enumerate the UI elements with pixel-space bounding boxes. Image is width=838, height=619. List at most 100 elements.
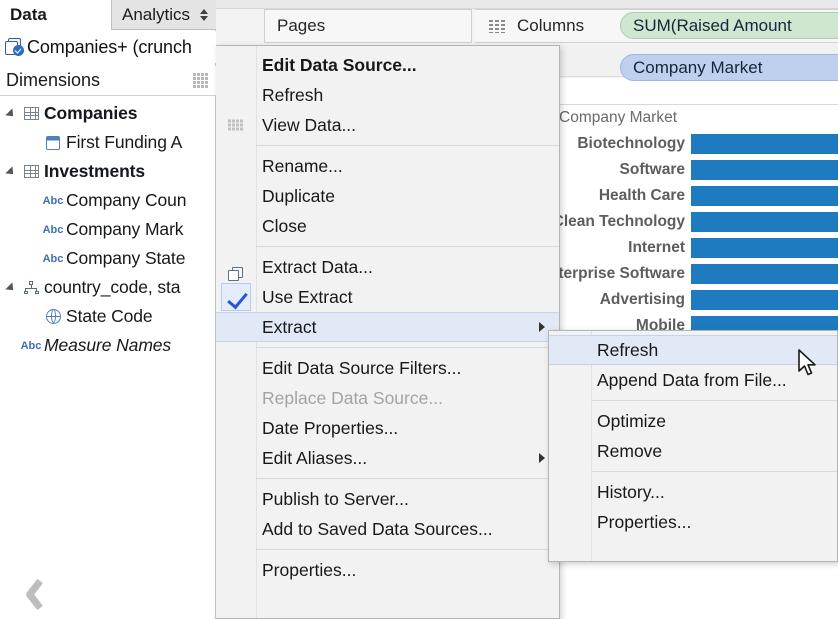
grid-view-icon[interactable] <box>193 73 208 88</box>
pane-tab-bar: Data Analytics <box>0 0 216 30</box>
bar-category-label: Biotechnology <box>577 135 685 152</box>
menu-item-label: History... <box>597 481 665 502</box>
tree-item-label: country_code, sta <box>44 277 181 297</box>
tab-analytics-label: Analytics <box>122 5 191 24</box>
menu-separator <box>256 549 559 550</box>
menu-item-label: Edit Data Source Filters... <box>262 357 462 378</box>
menu-item-refresh[interactable]: Refresh <box>216 80 559 110</box>
tree-item-label: State Code <box>66 306 153 326</box>
tree-item-investments[interactable]: Investments <box>0 157 216 186</box>
tree-item-companies[interactable]: Companies <box>0 99 216 128</box>
bar-row[interactable]: Advertising <box>558 287 838 313</box>
bar-mark[interactable] <box>691 264 838 284</box>
menu-item-rename[interactable]: Rename... <box>216 151 559 181</box>
bar-category-label: Health Care <box>598 187 685 204</box>
menu-item-properties[interactable]: Properties... <box>549 507 837 537</box>
menu-item-publish-to-server[interactable]: Publish to Server... <box>216 484 559 514</box>
menu-separator <box>256 347 559 348</box>
menu-item-edit-data-source-filters[interactable]: Edit Data Source Filters... <box>216 353 559 383</box>
data-source-row[interactable]: Companies+ (crunch <box>0 31 216 63</box>
menu-item-label: Edit Data Source... <box>262 54 417 75</box>
menu-item-label: Add to Saved Data Sources... <box>262 518 493 539</box>
tree-item-company-state[interactable]: Abc Company State <box>0 244 216 273</box>
menu-item-extract[interactable]: Extract <box>216 312 559 342</box>
menu-item-edit-data-source[interactable]: Edit Data Source... <box>216 50 559 80</box>
tree-item-label: Company State <box>66 248 186 268</box>
menu-item-remove[interactable]: Remove <box>549 436 837 466</box>
tree-item-measure-names[interactable]: Abc Measure Names <box>0 331 216 359</box>
menu-item-label: Extract <box>262 316 317 337</box>
tree-item-company-coun[interactable]: Abc Company Coun <box>0 186 216 215</box>
bar-row[interactable]: Internet <box>558 235 838 261</box>
bar-mark[interactable] <box>691 186 838 206</box>
pages-shelf[interactable]: Pages <box>264 9 472 43</box>
data-source-context-menu[interactable]: Edit Data Source... Refresh View Data... Re… <box>216 45 560 619</box>
menu-item-close[interactable]: Close <box>216 211 559 241</box>
tree-item-first-funding-a[interactable]: First Funding A <box>0 128 216 157</box>
bar-row[interactable]: Biotechnology <box>558 131 838 157</box>
tab-data[interactable]: Data <box>0 0 112 30</box>
menu-item-edit-aliases[interactable]: Edit Aliases... <box>216 443 559 473</box>
bar-row[interactable]: Health Care <box>558 183 838 209</box>
menu-item-date-properties[interactable]: Date Properties... <box>216 413 559 443</box>
back-chevron-icon[interactable] <box>14 577 44 611</box>
menu-item-properties[interactable]: Properties... <box>216 555 559 585</box>
sort-updown-icon[interactable] <box>200 9 208 21</box>
menu-item-use-extract[interactable]: Use Extract <box>216 282 559 312</box>
tree-item-label: Measure Names <box>44 335 172 355</box>
bar-track <box>691 235 838 261</box>
bar-mark[interactable] <box>691 238 838 258</box>
bar-track <box>691 131 838 157</box>
pill-company-market[interactable]: Company Market <box>620 54 838 81</box>
menu-item-label: Optimize <box>597 410 667 431</box>
menu-item-extract-data[interactable]: Extract Data... <box>216 252 559 282</box>
checkmark-icon[interactable] <box>221 283 251 311</box>
columns-shelf-label: Columns <box>517 16 585 35</box>
tableau-worksheet-window: Data Analytics Companies+ (crunch Dimens… <box>0 0 838 619</box>
menu-item-label: Properties... <box>262 559 357 580</box>
pill-sum-raised-amount[interactable]: SUM(Raised Amount <box>620 12 838 39</box>
menu-item-label: Duplicate <box>262 185 335 206</box>
tab-analytics[interactable]: Analytics <box>112 0 216 30</box>
bar-category-label: Software <box>619 161 685 178</box>
menu-item-label: Refresh <box>262 84 324 105</box>
menu-item-refresh[interactable]: Refresh <box>549 335 837 365</box>
pill-dimension-label: Company Market <box>633 57 763 77</box>
grid-icon <box>228 119 243 131</box>
expander-triangle-icon[interactable] <box>4 281 18 294</box>
bar-track <box>691 209 838 235</box>
bar-track <box>691 287 838 313</box>
bar-row[interactable]: Software <box>558 157 838 183</box>
bar-mark[interactable] <box>691 160 838 180</box>
abc-icon: Abc <box>42 252 64 265</box>
menu-item-label: View Data... <box>262 114 357 135</box>
submenu-arrow-icon <box>539 322 545 332</box>
bar-mark[interactable] <box>691 134 838 154</box>
submenu-arrow-icon <box>539 453 545 463</box>
tree-item-country-code-sta[interactable]: country_code, sta <box>0 273 216 302</box>
submenu-list: Refresh Append Data from File... Optimize R… <box>549 331 837 537</box>
menu-item-label: Close <box>262 215 307 236</box>
menu-item-add-to-saved-data-sources[interactable]: Add to Saved Data Sources... <box>216 514 559 544</box>
bar-track <box>691 157 838 183</box>
menu-item-duplicate[interactable]: Duplicate <box>216 181 559 211</box>
bar-category-label: Clean Technology <box>552 213 685 230</box>
expander-triangle-icon[interactable] <box>4 165 18 178</box>
bar-track <box>691 261 838 287</box>
bar-row[interactable]: Clean Technology <box>552 209 838 235</box>
tree-item-state-code[interactable]: State Code <box>0 302 216 331</box>
tree-item-company-mark[interactable]: Abc Company Mark <box>0 215 216 244</box>
bar-row[interactable]: Enterprise Software <box>553 261 838 287</box>
expander-triangle-icon[interactable] <box>4 107 18 120</box>
bar-mark[interactable] <box>691 290 838 310</box>
menu-item-history[interactable]: History... <box>549 477 837 507</box>
chart-field-caption: Company Market <box>559 109 678 126</box>
menu-item-view-data[interactable]: View Data... <box>216 110 559 140</box>
menu-item-append-data-from-file[interactable]: Append Data from File... <box>549 365 837 395</box>
bar-mark[interactable] <box>691 212 838 232</box>
data-source-connected-icon <box>4 37 26 57</box>
menu-item-label: Replace Data Source... <box>262 387 443 408</box>
calendar-icon <box>40 134 66 152</box>
menu-item-optimize[interactable]: Optimize <box>549 406 837 436</box>
extract-submenu[interactable]: Refresh Append Data from File... Optimize R… <box>548 330 838 562</box>
